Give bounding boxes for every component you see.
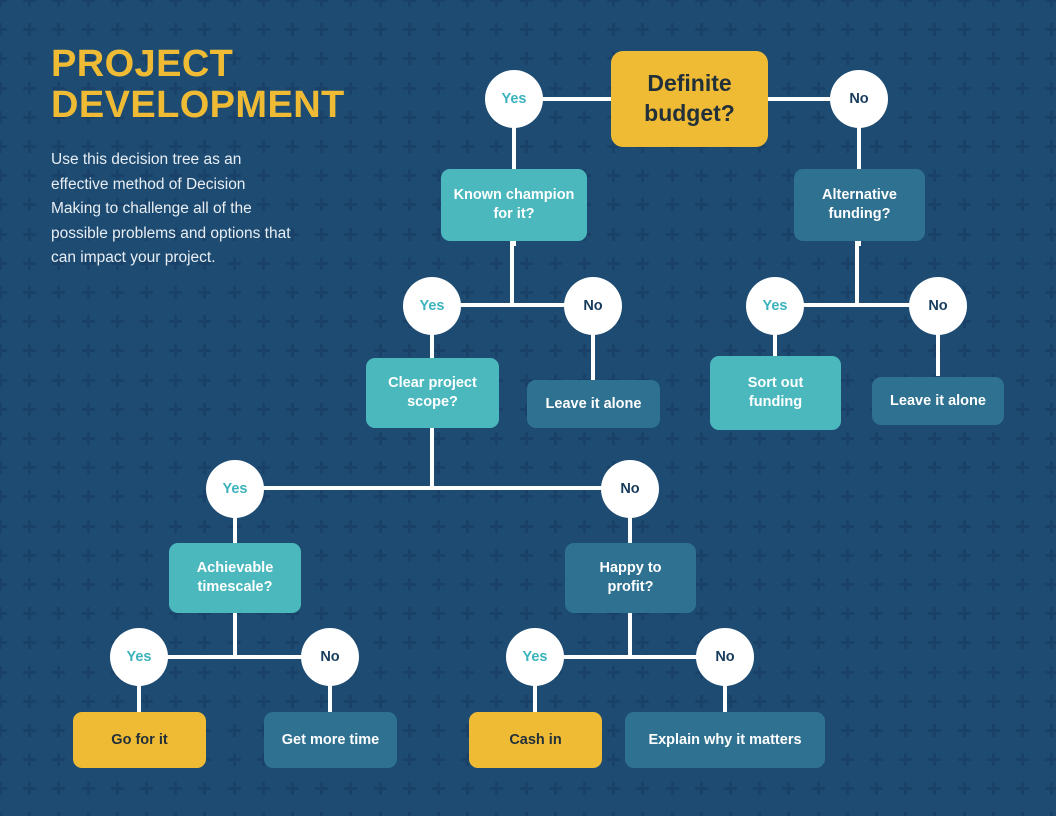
- connector-clear-scope-branch: [235, 486, 631, 490]
- branch-no-alternative-funding[interactable]: No: [909, 277, 967, 335]
- node-leave-it-alone-right[interactable]: Leave it alone: [872, 377, 1004, 425]
- node-happy-to-profit[interactable]: Happy to profit?: [565, 543, 696, 613]
- connector-yes-to-sort-out-funding: [773, 332, 777, 358]
- node-leave-it-alone-left[interactable]: Leave it alone: [527, 380, 660, 428]
- connector-no-to-leave-it-alone-left: [591, 332, 595, 380]
- node-definite-budget[interactable]: Definite budget?: [611, 51, 768, 147]
- branch-no-known-champion[interactable]: No: [564, 277, 622, 335]
- header-block: PROJECT DEVELOPMENT Use this decision tr…: [51, 43, 351, 270]
- connector-achievable-timescale-down: [233, 610, 237, 657]
- node-known-champion[interactable]: Known champion for it?: [441, 169, 587, 241]
- connector-happy-to-profit-down: [628, 610, 632, 657]
- outcome-explain-why-it-matters[interactable]: Explain why it matters: [625, 712, 825, 768]
- connector-known-champion-down: [510, 240, 514, 305]
- connector-yes-to-cash-in: [533, 684, 537, 712]
- connector-root-to-yes: [538, 97, 614, 101]
- node-sort-out-funding[interactable]: Sort out funding: [710, 356, 841, 430]
- node-clear-project-scope[interactable]: Clear project scope?: [366, 358, 499, 428]
- connector-no-to-leave-it-alone-right: [936, 332, 940, 376]
- outcome-cash-in[interactable]: Cash in: [469, 712, 602, 768]
- node-alternative-funding[interactable]: Alternative funding?: [794, 169, 925, 241]
- branch-yes-happy-to-profit[interactable]: Yes: [506, 628, 564, 686]
- connector-alternative-funding-down: [855, 240, 859, 305]
- connector-no-to-explain-why: [723, 684, 727, 712]
- connector-no-to-get-more-time: [328, 684, 332, 712]
- connector-clear-scope-down: [430, 425, 434, 488]
- branch-yes-definite-budget[interactable]: Yes: [485, 70, 543, 128]
- decision-tree-canvas: PROJECT DEVELOPMENT Use this decision tr…: [0, 0, 1056, 816]
- page-title: PROJECT DEVELOPMENT: [51, 43, 345, 127]
- branch-yes-known-champion[interactable]: Yes: [403, 277, 461, 335]
- branch-no-clear-project-scope[interactable]: No: [601, 460, 659, 518]
- branch-no-happy-to-profit[interactable]: No: [696, 628, 754, 686]
- connector-root-to-no: [765, 97, 833, 101]
- branch-no-definite-budget[interactable]: No: [830, 70, 888, 128]
- outcome-go-for-it[interactable]: Go for it: [73, 712, 206, 768]
- branch-yes-clear-project-scope[interactable]: Yes: [206, 460, 264, 518]
- connector-yes-to-go-for-it: [137, 684, 141, 712]
- node-achievable-timescale[interactable]: Achievable timescale?: [169, 543, 301, 613]
- page-description: Use this decision tree as an effective m…: [51, 151, 291, 266]
- branch-yes-achievable-timescale[interactable]: Yes: [110, 628, 168, 686]
- connector-yes-to-achievable-timescale: [233, 515, 237, 545]
- connector-no-to-happy-to-profit: [628, 515, 632, 545]
- branch-yes-alternative-funding[interactable]: Yes: [746, 277, 804, 335]
- outcome-get-more-time[interactable]: Get more time: [264, 712, 397, 768]
- branch-no-achievable-timescale[interactable]: No: [301, 628, 359, 686]
